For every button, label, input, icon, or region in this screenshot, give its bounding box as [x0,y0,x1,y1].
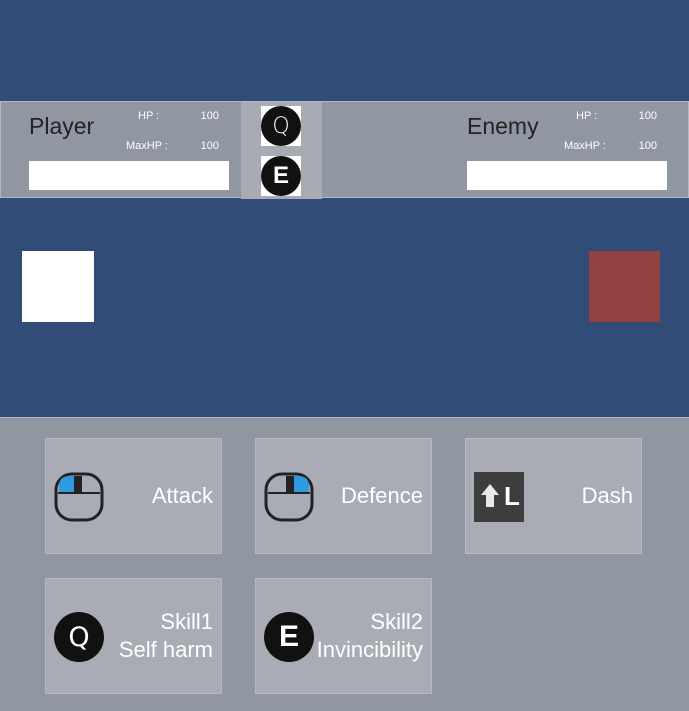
player-character [22,251,94,322]
mouse-left-click-icon [54,472,104,522]
skill1-label: Skill1 Self harm [119,579,213,693]
e-key-label: E [261,156,301,196]
q-key-icon: Q [54,612,104,662]
defence-label-line: Defence [341,483,423,508]
enemy-health-bar [467,161,667,190]
mouse-right-click-icon [264,472,314,522]
defence-label: Defence [341,439,423,553]
skill1-label-line1: Skill1 [160,609,213,634]
skill1-key-label: Q [54,612,104,662]
player-hp-label: HP : [138,110,160,122]
skill2-button[interactable]: E Skill2 Invincibility [255,578,432,694]
enemy-maxhp-value: 100 [638,140,657,152]
skill2-key-label: E [264,612,314,662]
status-hud: Player HP : 100 MaxHP : 100 Q E Enemy HP… [0,101,689,199]
enemy-health-bar-fill [467,161,667,190]
skill2-label-line2: Invincibility [316,637,423,662]
skill1-label-line2: Self harm [118,637,213,662]
player-hp-value: 100 [200,110,219,122]
q-key-label: Q [261,106,301,146]
enemy-hp-label: HP : [576,110,598,122]
dash-label: Dash [582,439,633,553]
defence-button[interactable]: Defence [255,438,432,554]
enemy-character [589,251,660,322]
e-key-icon: E [261,156,301,196]
enemy-hp-value: 100 [638,110,657,122]
player-health-bar [29,161,229,190]
player-health-bar-fill [29,161,229,190]
enemy-name: Enemy [467,113,539,139]
player-maxhp-label: MaxHP : [126,140,168,152]
shift-l-key-icon: L [474,472,524,522]
attack-button[interactable]: Attack [45,438,222,554]
action-panel: Attack Defence L Dash Q Skill1 Self harm… [0,417,689,711]
attack-label: Attack [152,439,213,553]
enemy-maxhp-label: MaxHP : [564,140,606,152]
player-name: Player [29,113,95,139]
skill-key-indicators: Q E [241,102,322,199]
attack-label-line: Attack [151,483,213,508]
dash-label-line: Dash [581,483,633,508]
e-key-icon: E [264,612,314,662]
skill2-label: Skill2 Invincibility [317,579,423,693]
dash-key-letter: L [504,481,520,511]
skill2-label-line1: Skill2 [370,609,423,634]
player-maxhp-value: 100 [200,140,219,152]
dash-button[interactable]: L Dash [465,438,642,554]
q-key-icon: Q [261,106,301,146]
skill1-button[interactable]: Q Skill1 Self harm [45,578,222,694]
